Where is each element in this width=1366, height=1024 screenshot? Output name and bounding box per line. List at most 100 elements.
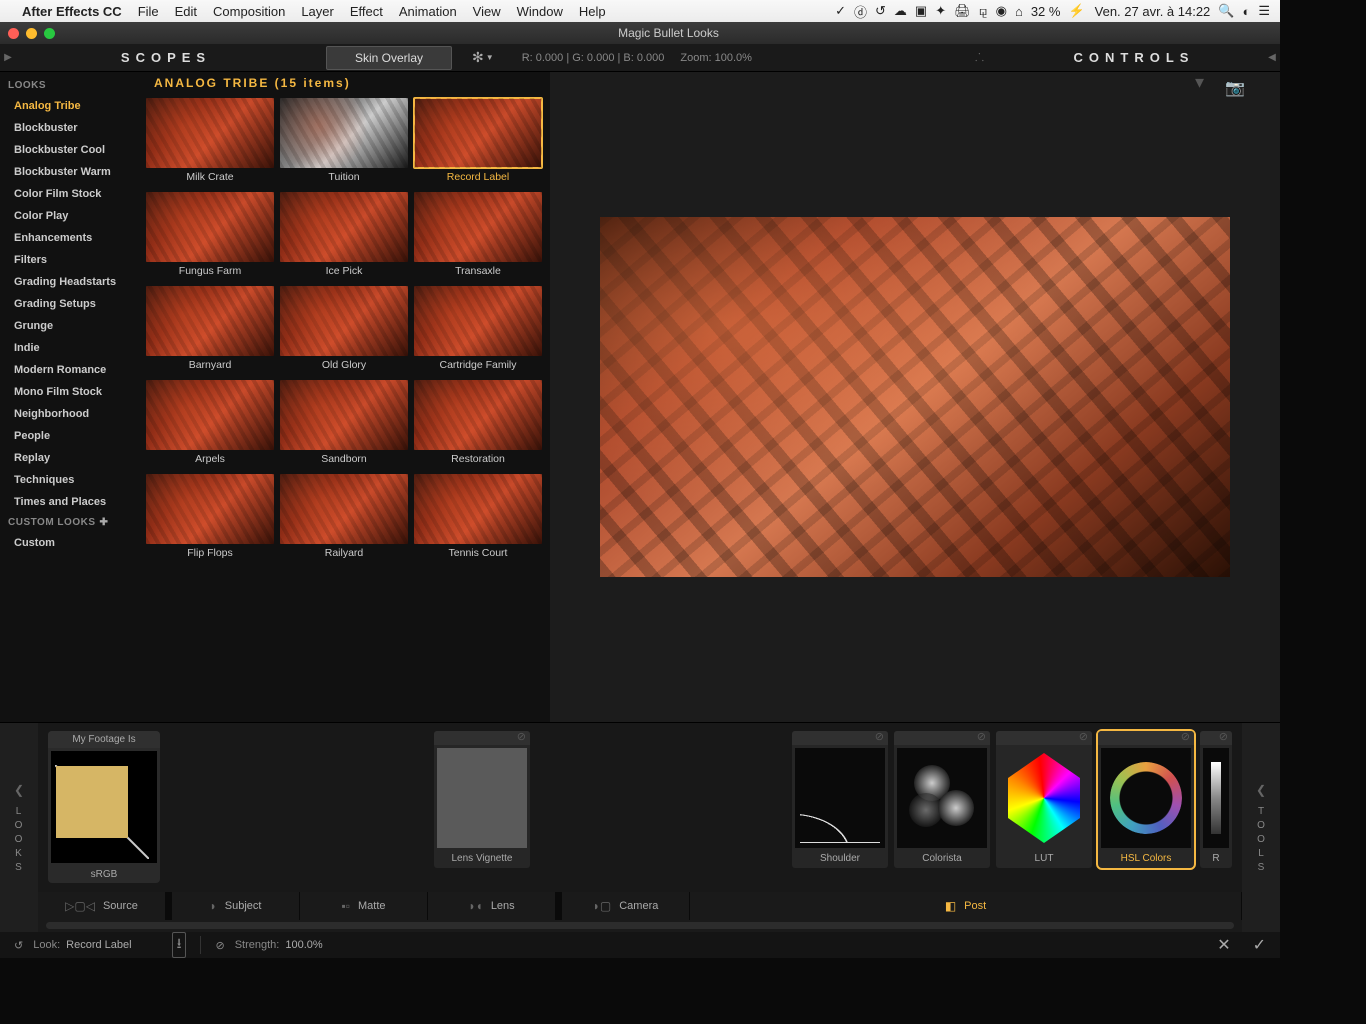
- sidebar-item[interactable]: Modern Romance: [0, 359, 140, 381]
- status-icon[interactable]: ✓: [835, 3, 846, 19]
- sidebar-item[interactable]: Techniques: [0, 469, 140, 491]
- battery-text[interactable]: 32 %: [1031, 4, 1061, 19]
- disable-icon[interactable]: ⊘: [215, 939, 224, 952]
- tools-drawer[interactable]: ❮ TOOLS: [1242, 723, 1280, 932]
- clock[interactable]: Ven. 27 avr. à 14:22: [1095, 4, 1211, 19]
- sidebar-item[interactable]: Color Film Stock: [0, 183, 140, 205]
- sidebar-item[interactable]: Times and Places: [0, 491, 140, 513]
- tool-colorista[interactable]: Colorista: [894, 731, 990, 868]
- thumbnail-label: Transaxle: [414, 262, 542, 282]
- menu-animation[interactable]: Animation: [399, 4, 457, 19]
- sidebar-item[interactable]: Color Play: [0, 205, 140, 227]
- menu-edit[interactable]: Edit: [175, 4, 197, 19]
- status-icon[interactable]: ⓓ: [854, 2, 867, 21]
- sidebar-item[interactable]: Grading Headstarts: [0, 271, 140, 293]
- tool-hsl-colors[interactable]: HSL Colors: [1098, 731, 1194, 868]
- apply-button[interactable]: ✓: [1253, 935, 1266, 955]
- preset-thumbnail[interactable]: Railyard: [280, 474, 408, 564]
- stage-lens[interactable]: ◗◖Lens: [428, 892, 556, 920]
- status-icon[interactable]: ▣: [915, 3, 927, 19]
- preset-thumbnail[interactable]: Old Glory: [280, 286, 408, 376]
- sidebar-item[interactable]: Neighborhood: [0, 403, 140, 425]
- controls-expand[interactable]: ◀: [1264, 52, 1280, 63]
- status-icon[interactable]: ✦: [935, 3, 946, 19]
- sidebar-item[interactable]: Blockbuster Cool: [0, 139, 140, 161]
- export-icon[interactable]: ⭳: [172, 932, 187, 958]
- menu-help[interactable]: Help: [579, 4, 606, 19]
- sidebar-item[interactable]: Indie: [0, 337, 140, 359]
- looks-header: LOOKS: [0, 76, 140, 95]
- preset-thumbnail[interactable]: Fungus Farm: [146, 192, 274, 282]
- snapshot-icon[interactable]: 📷: [1225, 78, 1245, 98]
- dropdown-arrow-icon[interactable]: ▾: [1195, 72, 1204, 93]
- preset-thumbnail[interactable]: Tennis Court: [414, 474, 542, 564]
- preset-thumbnail[interactable]: Barnyard: [146, 286, 274, 376]
- bottom-bar: ↺ Look: Record Label ⭳ ⊘ Strength: 100.0…: [0, 932, 1280, 958]
- sidebar-item[interactable]: People: [0, 425, 140, 447]
- wifi-icon[interactable]: ◉: [996, 3, 1007, 19]
- menu-view[interactable]: View: [473, 4, 501, 19]
- preset-thumbnail[interactable]: Cartridge Family: [414, 286, 542, 376]
- notifications-icon[interactable]: ☰: [1258, 3, 1270, 19]
- sidebar-item[interactable]: Blockbuster Warm: [0, 161, 140, 183]
- zoom-button[interactable]: [44, 28, 55, 39]
- preset-thumbnail[interactable]: Restoration: [414, 380, 542, 470]
- stage-source[interactable]: ▷▢◁Source: [38, 892, 166, 920]
- bluetooth-icon[interactable]: ⚼: [979, 3, 988, 19]
- tool-lut[interactable]: Hot Side LUT: [996, 731, 1092, 868]
- sidebar-item[interactable]: Enhancements: [0, 227, 140, 249]
- looks-drawer[interactable]: ❮ LOOKS: [0, 723, 38, 932]
- tool-r[interactable]: R: [1200, 731, 1232, 868]
- spotlight-icon[interactable]: 🔍: [1218, 3, 1234, 19]
- menu-composition[interactable]: Composition: [213, 4, 285, 19]
- strength-value[interactable]: 100.0%: [285, 939, 322, 951]
- stage-subject[interactable]: ◗Subject: [172, 892, 300, 920]
- zoom-readout[interactable]: Zoom: 100.0%: [680, 52, 752, 64]
- battery-icon[interactable]: ⚡: [1068, 3, 1084, 19]
- status-icon[interactable]: 🖨: [954, 3, 971, 19]
- skin-overlay-button[interactable]: Skin Overlay: [326, 46, 452, 70]
- reset-icon[interactable]: ↺: [14, 939, 23, 952]
- preset-thumbnail[interactable]: Milk Crate: [146, 98, 274, 188]
- sidebar-item[interactable]: Mono Film Stock: [0, 381, 140, 403]
- preset-thumbnail[interactable]: Flip Flops: [146, 474, 274, 564]
- menu-window[interactable]: Window: [517, 4, 563, 19]
- sidebar-item[interactable]: Filters: [0, 249, 140, 271]
- cloud-icon[interactable]: ☁: [894, 3, 907, 19]
- sidebar-item[interactable]: Blockbuster: [0, 117, 140, 139]
- preset-thumbnail[interactable]: Record Label: [414, 98, 542, 188]
- stage-matte[interactable]: ▪▫Matte: [300, 892, 428, 920]
- footage-card[interactable]: My Footage Is sRGB: [48, 731, 160, 883]
- cancel-button[interactable]: ✕: [1217, 935, 1230, 955]
- display-icon[interactable]: ⌂: [1015, 4, 1023, 19]
- sidebar-item[interactable]: Grunge: [0, 315, 140, 337]
- sidebar-item[interactable]: Grading Setups: [0, 293, 140, 315]
- sidebar-item-custom[interactable]: Custom: [0, 532, 140, 554]
- scopes-expand[interactable]: ▶: [0, 52, 16, 63]
- minimize-button[interactable]: [26, 28, 37, 39]
- preset-thumbnail[interactable]: Transaxle: [414, 192, 542, 282]
- scrollbar[interactable]: [46, 922, 1234, 929]
- status-icon[interactable]: ↺: [875, 3, 886, 19]
- preset-thumbnail[interactable]: Arpels: [146, 380, 274, 470]
- close-button[interactable]: [8, 28, 19, 39]
- stage-camera[interactable]: ◗▢Camera: [562, 892, 690, 920]
- settings-dropdown[interactable]: ✻▼: [472, 49, 494, 66]
- plus-icon[interactable]: ✚: [99, 517, 108, 528]
- preset-thumbnail[interactable]: Sandborn: [280, 380, 408, 470]
- stage-post[interactable]: ◧Post: [690, 892, 1242, 920]
- app-name[interactable]: After Effects CC: [22, 4, 122, 19]
- footage-footer[interactable]: sRGB: [48, 866, 160, 883]
- tool-shoulder[interactable]: Shoulder: [792, 731, 888, 868]
- preset-thumbnail[interactable]: Ice Pick: [280, 192, 408, 282]
- preset-thumbnail[interactable]: Tuition: [280, 98, 408, 188]
- siri-icon[interactable]: ◐: [1242, 4, 1250, 19]
- menu-file[interactable]: File: [138, 4, 159, 19]
- menu-effect[interactable]: Effect: [350, 4, 383, 19]
- tool-lens-vignette[interactable]: Lens Vignette: [434, 731, 530, 868]
- sidebar-item[interactable]: Analog Tribe: [0, 95, 140, 117]
- trackball-icon[interactable]: ⸫: [975, 50, 984, 65]
- look-name[interactable]: Record Label: [66, 939, 131, 951]
- sidebar-item[interactable]: Replay: [0, 447, 140, 469]
- menu-layer[interactable]: Layer: [301, 4, 334, 19]
